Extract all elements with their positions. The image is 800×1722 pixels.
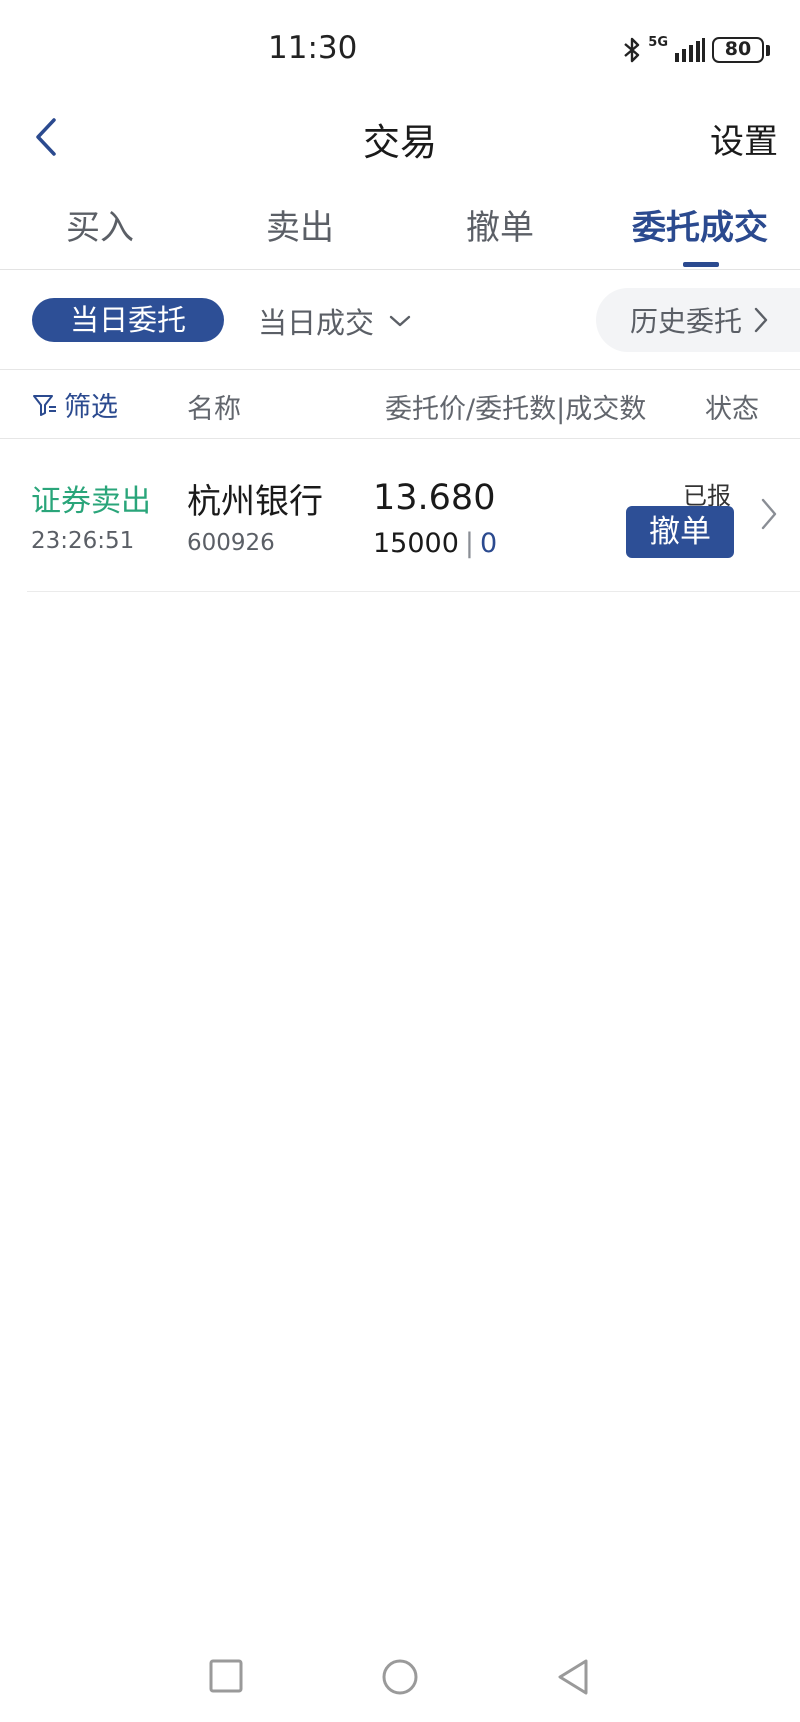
chevron-down-icon <box>389 315 411 327</box>
history-orders-button[interactable]: 历史委托 <box>596 288 800 352</box>
filter-button[interactable]: 筛选 <box>32 385 118 424</box>
trade-page: 11:30 5G 80 交易 设置 买入 卖出 撤单 委托成交 当日委托 当日成… <box>0 0 800 1722</box>
chevron-right-icon <box>754 307 768 333</box>
order-quantity-line: 15000 | 0 <box>373 528 497 559</box>
tab-orders-trades[interactable]: 委托成交 <box>600 200 800 249</box>
stock-code: 600926 <box>187 530 275 556</box>
tab-active-indicator <box>683 262 719 267</box>
order-quantity: 15000 <box>373 528 459 559</box>
table-header: 筛选 名称 委托价/委托数|成交数 状态 <box>0 371 800 439</box>
nav-header: 交易 设置 <box>0 100 800 180</box>
bluetooth-icon <box>624 37 640 63</box>
back-nav-icon[interactable] <box>556 1658 592 1696</box>
column-header-name: 名称 <box>187 394 241 425</box>
tab-sell[interactable]: 卖出 <box>200 200 400 249</box>
order-time: 23:26:51 <box>31 528 135 554</box>
signal-icon <box>675 38 705 62</box>
recent-apps-icon[interactable] <box>208 1658 244 1694</box>
subtab-today-trades-label: 当日成交 <box>258 306 375 340</box>
history-orders-label: 历史委托 <box>630 305 743 338</box>
order-type: 证券卖出 <box>31 484 151 519</box>
subtab-row: 当日委托 当日成交 历史委托 <box>0 270 800 370</box>
column-header-price-qty: 委托价/委托数|成交数 <box>385 394 647 425</box>
page-title: 交易 <box>363 121 437 164</box>
quantity-separator: | <box>464 528 475 559</box>
filter-label: 筛选 <box>64 392 118 423</box>
status-icons: 5G 80 <box>622 34 770 66</box>
network-type-label: 5G <box>648 35 668 50</box>
order-price: 13.680 <box>373 478 496 518</box>
filter-icon <box>33 394 56 416</box>
settings-button[interactable]: 设置 <box>710 114 778 163</box>
column-header-status: 状态 <box>705 394 759 425</box>
tab-cancel-order[interactable]: 撤单 <box>400 200 600 249</box>
chevron-right-icon[interactable] <box>757 494 781 534</box>
stock-name: 杭州银行 <box>187 482 323 522</box>
cancel-order-button[interactable]: 撤单 <box>626 506 734 558</box>
system-nav-bar <box>0 1640 800 1722</box>
status-bar: 11:30 5G 80 <box>0 0 800 100</box>
home-icon[interactable] <box>381 1658 419 1696</box>
subtab-today-orders[interactable]: 当日委托 <box>32 298 224 342</box>
status-time: 11:30 <box>268 30 358 66</box>
filled-quantity: 0 <box>480 528 498 559</box>
table-row[interactable]: 证券卖出 23:26:51 杭州银行 600926 13.680 15000 |… <box>27 440 800 592</box>
tab-buy[interactable]: 买入 <box>0 200 200 249</box>
battery-cap <box>766 44 770 56</box>
battery-icon: 80 <box>712 37 764 63</box>
subtab-today-trades[interactable]: 当日成交 <box>258 300 412 342</box>
trade-tabs: 买入 卖出 撤单 委托成交 <box>0 190 800 270</box>
